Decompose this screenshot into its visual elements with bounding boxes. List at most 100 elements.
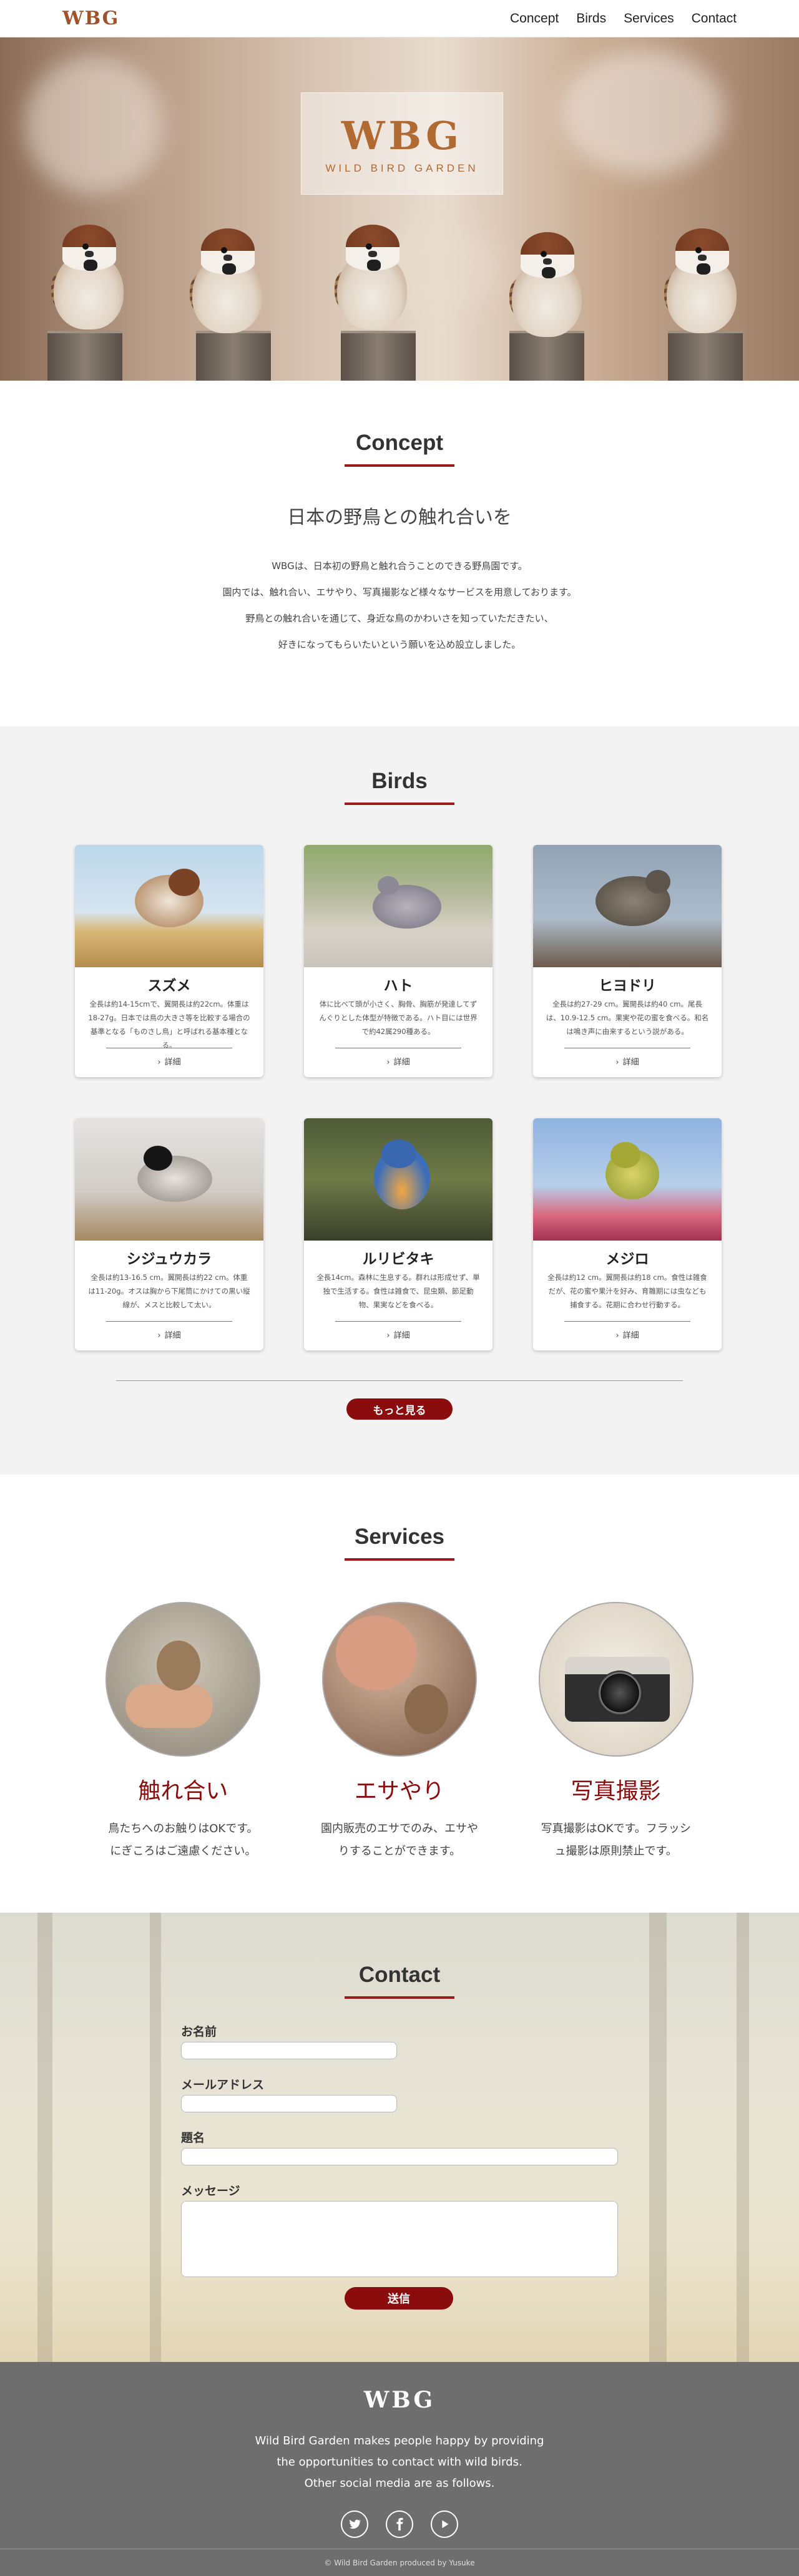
see-more-button[interactable]: もっと見る	[346, 1398, 453, 1420]
details-label: 詳細	[393, 1331, 410, 1340]
service-item: エサやり 園内販売のエサでのみ、エサや りすることができます。	[292, 1602, 508, 1863]
bird-card[interactable]: スズメ 全長は約14-15cmで、翼開長は約22cm。体重は18-27g。日本で…	[75, 845, 263, 1077]
bird-name: シジュウカラ	[126, 1251, 212, 1267]
contact-title: Contact	[358, 1963, 441, 1987]
footer-line: Wild Bird Garden makes people happy by p…	[255, 2434, 544, 2447]
bird-description: 全長は約12 cm。翼開長は約18 cm。食性は雑食だが、花の蜜や果汁を好み、育…	[547, 1273, 707, 1309]
bird-card[interactable]: シジュウカラ 全長は約13-16.5 cm。翼開長は約22 cm。体重は11-2…	[75, 1118, 263, 1350]
bird-name: ヒヨドリ	[599, 978, 656, 994]
sparrow-image	[49, 225, 129, 329]
nav-contact[interactable]: Contact	[692, 11, 737, 26]
contact-form: お名前 メールアドレス 題名 メッセージ	[181, 2022, 624, 2293]
bird-photo-suzume	[75, 845, 263, 967]
hero-logo: WBG	[341, 112, 463, 159]
hero-bokeh	[25, 56, 162, 193]
chevron-right-icon: ›	[615, 1058, 619, 1067]
details-label: 詳細	[393, 1058, 410, 1067]
chevron-right-icon: ›	[386, 1058, 390, 1067]
title-underline	[345, 464, 454, 467]
concept-line: WBGは、日本初の野鳥と触れ合うことのできる野鳥園です。	[272, 560, 527, 572]
email-input[interactable]	[181, 2095, 397, 2112]
concept-line: 園内では、触れ合い、エサやり、写真撮影など様々なサービスを用意しております。	[222, 587, 577, 598]
sparrow-image	[187, 228, 267, 333]
nav-concept[interactable]: Concept	[510, 11, 559, 26]
service-photo-touch	[105, 1602, 261, 1757]
details-link[interactable]: › 詳細	[75, 1329, 263, 1340]
message-textarea[interactable]	[181, 2201, 618, 2277]
service-text-line: 鳥たちへのお触りはOKです。	[108, 1822, 258, 1835]
main-nav: Concept Birds Services Contact	[510, 11, 737, 26]
bird-card[interactable]: ルリビタキ 全長14cm。森林に生息する。群れは形成せず、単独で生活する。食性は…	[304, 1118, 493, 1350]
nav-services[interactable]: Services	[624, 11, 674, 26]
bird-card[interactable]: ハト 体に比べて頭が小さく、胸骨、胸筋が発達してずんぐりとした体型が特徴である。…	[304, 845, 493, 1077]
field-label: メールアドレス	[181, 2078, 265, 2092]
chevron-right-icon: ›	[615, 1331, 619, 1340]
hero-subtitle: WILD BIRD GARDEN	[325, 162, 479, 174]
birds-title: Birds	[371, 769, 428, 793]
service-title: 触れ合い	[138, 1778, 228, 1804]
card-divider	[564, 1321, 690, 1322]
nav-birds[interactable]: Birds	[576, 11, 606, 26]
bird-description: 全長は約14-15cmで、翼開長は約22cm。体重は18-27g。日本では鳥の大…	[88, 1000, 250, 1050]
name-input[interactable]	[181, 2042, 397, 2059]
details-link[interactable]: › 詳細	[533, 1055, 722, 1067]
sparrow-image	[662, 228, 742, 333]
twitter-icon[interactable]	[341, 2510, 368, 2538]
concept-text: WBGは、日本初の野鳥と触れ合うことのできる野鳥園です。 園内では、触れ合い、エ…	[0, 553, 799, 658]
birds-section: Birds スズメ 全長は約14-15cmで、翼開長は約22cm。体重は18-2…	[0, 726, 799, 1475]
fence-post	[47, 331, 122, 381]
chevron-right-icon: ›	[157, 1331, 161, 1340]
details-link[interactable]: › 詳細	[533, 1329, 722, 1340]
details-link[interactable]: › 詳細	[304, 1055, 493, 1067]
fence-post	[341, 331, 416, 381]
concept-line: 野鳥との触れ合いを通じて、身近な鳥のかわいさを知っていただきたい、	[245, 613, 554, 624]
fence-posts	[0, 331, 799, 381]
details-label: 詳細	[622, 1058, 639, 1067]
services-section: Services 触れ合い 鳥たちへのお触りはOKです。 にぎころはご遠慮ください…	[0, 1475, 799, 1913]
details-label: 詳細	[622, 1331, 639, 1340]
footer-text: Wild Bird Garden makes people happy by p…	[0, 2431, 799, 2494]
bird-name: ハト	[383, 978, 413, 994]
service-photo-camera	[538, 1602, 694, 1757]
details-link[interactable]: › 詳細	[75, 1055, 263, 1067]
concept-heading: 日本の野鳥との触れ合いを	[287, 507, 512, 529]
hero-logo-badge: WBG WILD BIRD GARDEN	[301, 92, 503, 195]
fence-post	[668, 331, 743, 381]
service-item: 触れ合い 鳥たちへのお触りはOKです。 にぎころはご遠慮ください。	[75, 1602, 292, 1863]
services-row: 触れ合い 鳥たちへのお触りはOKです。 にぎころはご遠慮ください。 エサやり 園内…	[75, 1602, 724, 1863]
concept-section: Concept 日本の野鳥との触れ合いを WBGは、日本初の野鳥と触れ合うことの…	[0, 381, 799, 726]
bird-photo-hato	[304, 845, 493, 967]
copyright-bar: © Wild Bird Garden produced by Yusuke	[0, 2549, 799, 2576]
bird-card[interactable]: メジロ 全長は約12 cm。翼開長は約18 cm。食性は雑食だが、花の蜜や果汁を…	[533, 1118, 722, 1350]
youtube-icon[interactable]	[431, 2510, 458, 2538]
service-text-line: 写真撮影はOKです。フラッシ	[541, 1822, 691, 1835]
bird-card-grid: スズメ 全長は約14-15cmで、翼開長は約22cm。体重は18-27g。日本で…	[75, 845, 724, 1350]
title-underline	[345, 1558, 454, 1561]
hero-banner: WBG WILD BIRD GARDEN	[0, 37, 799, 381]
chevron-right-icon: ›	[157, 1058, 161, 1067]
details-link[interactable]: › 詳細	[304, 1329, 493, 1340]
service-text-line: ュ撮影は原則禁止です。	[554, 1845, 677, 1858]
subject-input[interactable]	[181, 2148, 618, 2165]
bird-description: 全長は約27-29 cm。翼開長は約40 cm。尾長は、10.9-12.5 cm…	[546, 1000, 709, 1036]
site-footer: WBG Wild Bird Garden makes people happy …	[0, 2362, 799, 2576]
bird-photo-mejiro	[533, 1118, 722, 1241]
site-header: WBG Concept Birds Services Contact	[0, 0, 799, 37]
submit-button[interactable]: 送信	[345, 2287, 453, 2310]
service-title: エサやり	[354, 1778, 444, 1804]
title-underline	[345, 803, 454, 805]
facebook-icon[interactable]	[386, 2510, 413, 2538]
footer-line: the opportunities to contact with wild b…	[277, 2456, 522, 2469]
bird-description: 全長は約13-16.5 cm。翼開長は約22 cm。体重は11-20g。オスは胸…	[88, 1273, 250, 1309]
footer-line: Other social media are as follows.	[304, 2477, 495, 2490]
bird-description: 体に比べて頭が小さく、胸骨、胸筋が発達してずんぐりとした体型が特徴である。ハト目…	[319, 1000, 478, 1036]
fence-post	[196, 331, 271, 381]
bird-card[interactable]: ヒヨドリ 全長は約27-29 cm。翼開長は約40 cm。尾長は、10.9-12…	[533, 845, 722, 1077]
field-label: メッセージ	[181, 2184, 240, 2198]
bird-description: 全長14cm。森林に生息する。群れは形成せず、単独で生活する。食性は雑食で、昆虫…	[316, 1273, 480, 1309]
field-label: お名前	[181, 2025, 217, 2039]
bird-name: スズメ	[147, 978, 191, 994]
bird-name: ルリビタキ	[362, 1251, 434, 1267]
site-logo[interactable]: WBG	[62, 7, 119, 29]
service-text-line: りすることができます。	[338, 1845, 461, 1858]
